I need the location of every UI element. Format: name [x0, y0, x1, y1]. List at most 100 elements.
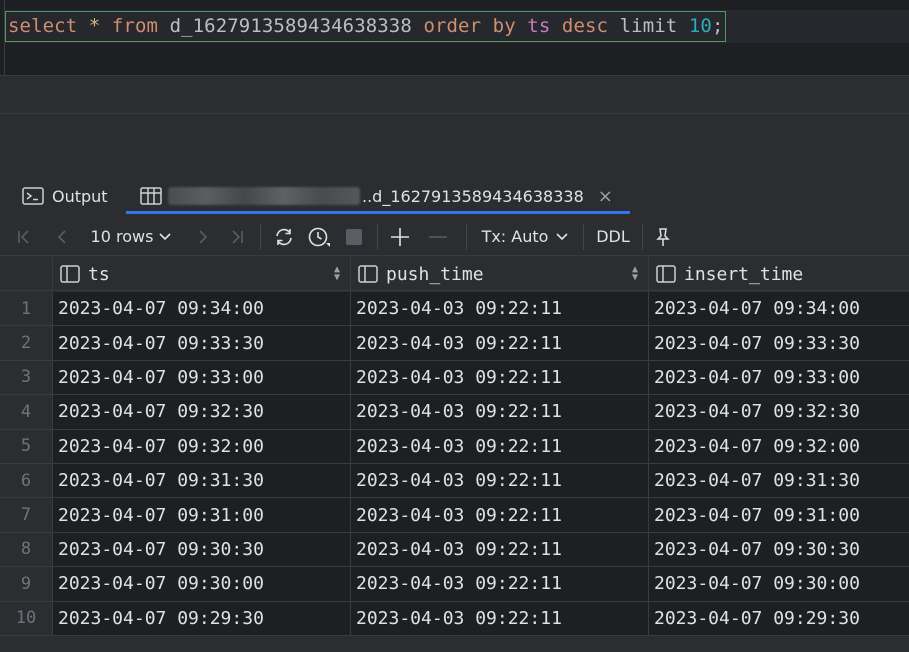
table-cell[interactable]: 2023-04-07 09:31:30	[648, 464, 909, 498]
sql-token: desc	[561, 15, 609, 37]
table-row[interactable]: 2 2023-04-07 09:33:30 2023-04-03 09:22:11 2…	[0, 326, 909, 361]
column-icon	[656, 265, 676, 283]
table-cell[interactable]: 2023-04-07 09:32:30	[648, 395, 909, 429]
table-row[interactable]: 8 2023-04-07 09:30:30 2023-04-03 09:22:11 2…	[0, 532, 909, 568]
table-cell[interactable]: 2023-04-03 09:22:11	[350, 567, 648, 601]
stop-icon[interactable]	[337, 218, 371, 256]
sql-editor[interactable]: select * from d_1627913589434638338 orde…	[0, 0, 909, 76]
grid-toolbar: 10 rows Tx: Auto DDL	[0, 218, 909, 256]
chevron-down-icon	[159, 232, 172, 241]
console-icon	[22, 187, 44, 205]
row-number[interactable]: 5	[0, 429, 52, 463]
table-cell[interactable]: 2023-04-07 09:32:00	[52, 429, 350, 463]
row-number[interactable]: 4	[0, 395, 52, 429]
table-cell[interactable]: 2023-04-07 09:33:00	[52, 360, 350, 395]
row-number[interactable]: 7	[0, 498, 52, 532]
tab-output[interactable]: Output	[22, 178, 108, 214]
table-cell[interactable]: 2023-04-03 09:22:11	[350, 532, 648, 567]
ddl-label: DDL	[596, 227, 630, 246]
table-cell[interactable]: 2023-04-03 09:22:11	[350, 360, 648, 395]
toolbar-separator	[377, 223, 378, 250]
table-row[interactable]: 1 2023-04-07 09:34:00 2023-04-03 09:22:11 2…	[0, 292, 909, 327]
row-number[interactable]: 10	[0, 601, 52, 635]
table-cell[interactable]: 2023-04-07 09:33:30	[52, 326, 350, 360]
table-cell[interactable]: 2023-04-07 09:33:30	[648, 326, 909, 360]
sql-statement[interactable]: select * from d_1627913589434638338 orde…	[5, 11, 727, 42]
table-cell[interactable]: 2023-04-03 09:22:11	[350, 326, 648, 360]
last-page-icon[interactable]	[220, 218, 254, 256]
table-row[interactable]: 7 2023-04-07 09:31:00 2023-04-03 09:22:11 2…	[0, 498, 909, 533]
column-icon	[60, 265, 80, 283]
table-cell[interactable]: 2023-04-07 09:33:00	[648, 360, 909, 395]
column-header-insert-time[interactable]: insert_time	[648, 257, 909, 291]
table-cell[interactable]: 2023-04-07 09:30:00	[52, 567, 350, 601]
sort-icon[interactable]: ▲ ▼	[632, 265, 638, 283]
page-size-dropdown[interactable]: 10 rows	[76, 218, 186, 256]
sql-token: ts	[527, 15, 551, 37]
column-header-label: push_time	[386, 263, 484, 285]
table-row[interactable]: 10 2023-04-07 09:29:30 2023-04-03 09:22:11…	[0, 601, 909, 636]
row-number[interactable]: 3	[0, 360, 52, 395]
sql-token: *	[88, 15, 101, 37]
row-number[interactable]: 2	[0, 326, 52, 360]
refresh-icon[interactable]	[267, 218, 301, 256]
transaction-mode-label: Tx: Auto	[481, 227, 549, 246]
delete-row-icon[interactable]	[416, 218, 460, 256]
row-number[interactable]: 9	[0, 567, 52, 601]
page-size-label: 10 rows	[90, 227, 154, 246]
pin-icon[interactable]	[649, 218, 677, 256]
sql-token: 10	[688, 15, 712, 37]
sql-token: d_1627913589434638338	[158, 15, 424, 37]
table-cell[interactable]: 2023-04-03 09:22:11	[350, 498, 648, 532]
table-cell[interactable]: 2023-04-07 09:30:00	[648, 567, 909, 601]
row-number[interactable]: 8	[0, 532, 52, 567]
table-cell[interactable]: 2023-04-07 09:31:00	[52, 498, 350, 532]
sql-token: ;	[711, 15, 724, 37]
table-cell[interactable]: 2023-04-03 09:22:11	[350, 464, 648, 498]
panel-splitter[interactable]	[0, 76, 909, 114]
column-icon	[358, 265, 378, 283]
tab-result[interactable]: ..d_1627913589434638338 ×	[126, 178, 630, 214]
row-number[interactable]: 1	[0, 292, 52, 326]
row-number[interactable]: 6	[0, 464, 52, 498]
table-cell[interactable]: 2023-04-07 09:29:30	[52, 601, 350, 635]
table-cell[interactable]: 2023-04-03 09:22:11	[350, 601, 648, 635]
table-cell[interactable]: 2023-04-07 09:32:00	[648, 429, 909, 463]
table-cell[interactable]: 2023-04-07 09:29:30	[648, 601, 909, 635]
table-cell[interactable]: 2023-04-03 09:22:11	[350, 429, 648, 463]
redacted-schema-name	[168, 187, 360, 205]
tab-output-label: Output	[52, 186, 108, 206]
close-icon[interactable]: ×	[598, 186, 613, 207]
table-cell[interactable]: 2023-04-07 09:34:00	[52, 292, 350, 326]
add-row-icon[interactable]	[384, 218, 416, 256]
table-row[interactable]: 6 2023-04-07 09:31:30 2023-04-03 09:22:11 2…	[0, 464, 909, 499]
toolbar-separator	[642, 223, 643, 250]
table-cell[interactable]: 2023-04-03 09:22:11	[350, 292, 648, 326]
table-cell[interactable]: 2023-04-07 09:32:30	[52, 395, 350, 429]
column-header-label: insert_time	[684, 263, 804, 285]
toolbar-separator	[466, 223, 467, 250]
column-header-ts[interactable]: ts ▲ ▼	[52, 257, 350, 291]
table-cell[interactable]: 2023-04-07 09:31:30	[52, 464, 350, 498]
first-page-icon[interactable]	[0, 218, 48, 256]
transaction-mode-dropdown[interactable]: Tx: Auto	[473, 218, 577, 256]
sort-icon[interactable]: ▲ ▼	[334, 265, 340, 283]
next-page-icon[interactable]	[186, 218, 220, 256]
table-row[interactable]: 4 2023-04-07 09:32:30 2023-04-03 09:22:11 2…	[0, 395, 909, 430]
table-cell[interactable]: 2023-04-07 09:34:00	[648, 292, 909, 326]
table-cell[interactable]: 2023-04-07 09:30:30	[648, 532, 909, 567]
table-row[interactable]: 3 2023-04-07 09:33:00 2023-04-03 09:22:11 2…	[0, 360, 909, 396]
clock-icon[interactable]	[301, 218, 337, 256]
table-icon	[140, 187, 162, 205]
ddl-button[interactable]: DDL	[590, 218, 636, 256]
table-row[interactable]: 9 2023-04-07 09:30:00 2023-04-03 09:22:11 2…	[0, 567, 909, 602]
column-header-push-time[interactable]: push_time ▲ ▼	[350, 257, 648, 291]
chevron-down-icon	[556, 232, 569, 241]
table-row[interactable]: 5 2023-04-07 09:32:00 2023-04-03 09:22:11 2…	[0, 429, 909, 464]
table-cell[interactable]: 2023-04-03 09:22:11	[350, 395, 648, 429]
previous-page-icon[interactable]	[48, 218, 76, 256]
table-cell[interactable]: 2023-04-07 09:30:30	[52, 532, 350, 567]
table-cell[interactable]: 2023-04-07 09:31:00	[648, 498, 909, 532]
